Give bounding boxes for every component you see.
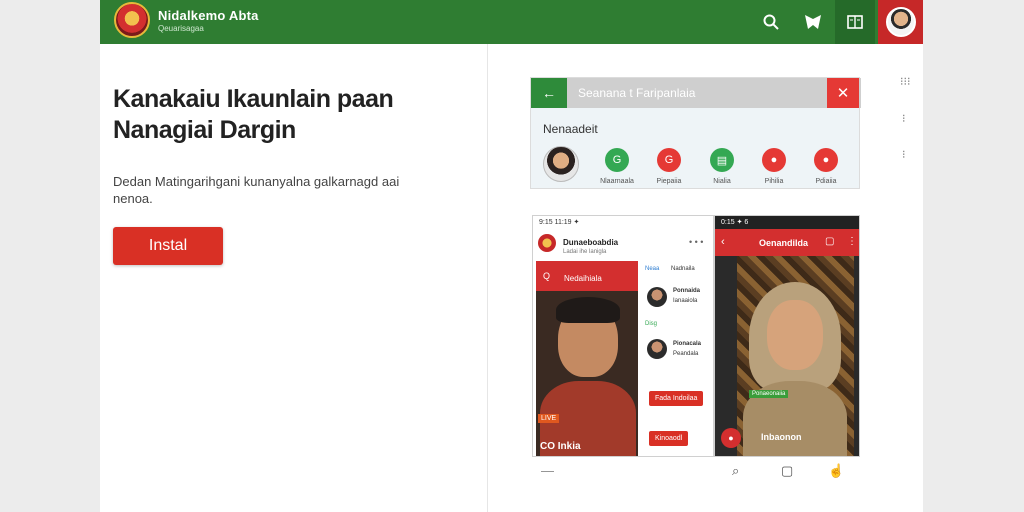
more-options-icon[interactable]: ⁝⁝⁝ <box>900 75 911 88</box>
video-app-icon: Q <box>543 271 551 281</box>
phone-screen-feed: 9:15 11:19 ✦ Dunaeboabdia Ladai ihe lani… <box>532 215 714 457</box>
phone-screen-video: 0:15 ✦ 6 ‹ Oenandilda ▢ ⋮ Ponaeonaiia ● … <box>714 215 860 457</box>
contact-avatar <box>647 287 667 307</box>
more-vertical-icon[interactable]: ⋮ <box>847 236 857 247</box>
contact-name[interactable]: Ponnaida <box>673 288 700 294</box>
page-description: Dedan Matingarihgani kunanyalna galkarna… <box>113 174 400 206</box>
panel-title: Seanana t Faripanlaia <box>578 86 696 100</box>
shortcut-icon: G <box>605 148 629 172</box>
video-title: Oenandilda <box>759 238 809 248</box>
contact-list: Neaa Nadnaila Ponnaida Ianaaiola Disg Pi… <box>641 261 711 456</box>
menu-icon[interactable]: — <box>541 463 554 478</box>
presenter-face <box>767 300 823 370</box>
action-button[interactable]: Fada Indoilaa <box>649 391 704 406</box>
window-icon[interactable]: ▢ <box>825 236 834 247</box>
panel-section-label: Nenaadeit <box>543 122 598 136</box>
shortcut-icon: ● <box>814 148 838 172</box>
back-arrow-icon[interactable]: ← <box>531 78 567 108</box>
record-icon[interactable]: ● <box>721 428 741 448</box>
shortcut-panel: ← Seanana t Faripanlaia ✕ Nenaadeit G Nl… <box>530 77 861 189</box>
shortcut-label: Pdiaiia <box>815 178 837 185</box>
close-icon[interactable]: ✕ <box>827 78 859 108</box>
section-label: Disg <box>645 321 658 327</box>
shortcut-icon: ● <box>762 148 786 172</box>
video-caption: Inbaonon <box>761 432 802 442</box>
live-badge: LIVE <box>538 414 560 423</box>
scroll-handle-icon[interactable]: ⁝ <box>902 148 906 161</box>
shortcut-item[interactable]: ● Pdiaiia <box>794 148 858 185</box>
brand-subtitle: Qeuarisagaa <box>158 24 204 33</box>
brand-name: Nidalkemo Abta <box>158 8 259 23</box>
shortcut-icon: ▤ <box>710 148 734 172</box>
search-icon[interactable] <box>751 0 791 44</box>
contact-avatar <box>647 339 667 359</box>
back-arrow-icon[interactable]: ‹ <box>721 236 725 248</box>
top-navigation-bar: Nidalkemo Abta Qeuarisagaa <box>100 0 923 44</box>
contact-subtitle: Ianaaiola <box>673 298 698 304</box>
contact-subtitle: Peandala <box>673 351 699 357</box>
list-tab[interactable]: Nadnaila <box>671 266 695 272</box>
contact-name[interactable]: Pionacala <box>673 341 701 347</box>
book-icon[interactable] <box>835 0 875 44</box>
page-headline: Kanakaiu Ikaunlain paan Nanagiai Dargin <box>113 85 394 144</box>
search-icon[interactable]: ⌕ <box>732 463 739 479</box>
video-caption: CO Inkia <box>540 441 581 452</box>
video-card[interactable]: Q Nedaihiala LIVE CO Inkia <box>536 261 638 456</box>
brand-emblem-logo[interactable] <box>114 2 150 38</box>
app-subtitle: Ladai ihe lanigla <box>563 249 607 255</box>
scroll-handle-icon[interactable]: ⁝ <box>902 112 906 125</box>
list-tab[interactable]: Neaa <box>645 266 659 272</box>
app-logo <box>538 234 556 252</box>
name-tag: Ponaeonaiia <box>749 390 789 398</box>
app-name: Dunaeboabdia <box>563 238 619 247</box>
video-title: Nedaihiala <box>564 274 602 283</box>
status-bar: 9:15 11:19 ✦ <box>539 219 580 226</box>
bookmark-icon[interactable] <box>793 0 833 44</box>
avatar-image <box>885 7 916 37</box>
install-button[interactable]: Instal <box>113 227 223 265</box>
action-button[interactable]: Kinoaodl <box>649 431 689 446</box>
more-icon[interactable]: • • • <box>689 237 703 247</box>
contact-avatar[interactable] <box>543 146 579 182</box>
square-icon[interactable]: ▢ <box>781 463 793 479</box>
hand-icon[interactable]: ☝ <box>828 463 844 479</box>
shortcut-icon: G <box>657 148 681 172</box>
app-page: Nidalkemo Abta Qeuarisagaa Kanakaiu Ikau… <box>100 0 923 512</box>
presenter-hair <box>556 297 620 323</box>
status-bar: 0:15 ✦ 6 <box>715 216 859 229</box>
user-avatar[interactable] <box>878 0 923 44</box>
